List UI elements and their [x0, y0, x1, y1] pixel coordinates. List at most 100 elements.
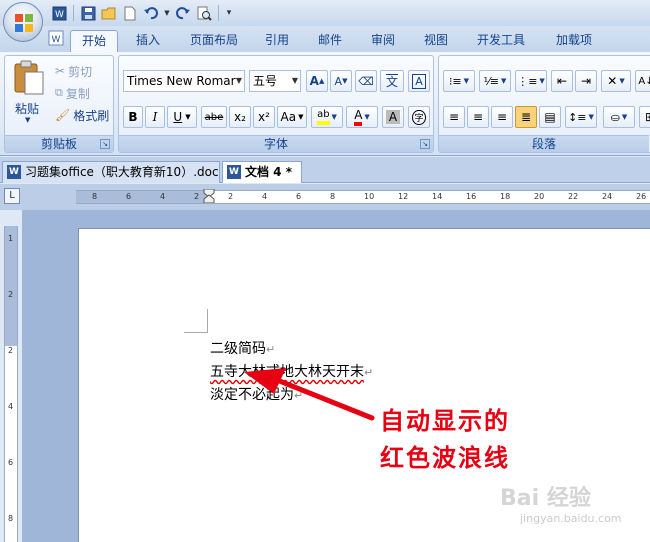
shading-button[interactable]: ⛀ ▼	[603, 106, 635, 128]
customize-icon[interactable]: ▾	[224, 4, 234, 22]
justify-icon: ≣	[520, 110, 532, 124]
tab-review[interactable]: 审阅	[361, 30, 405, 52]
grow-font-button[interactable]: A ▲	[306, 70, 328, 92]
font-name-combo[interactable]: Times New Romar ▼	[123, 70, 245, 92]
text-line-2[interactable]: 五寺大林式地大林天开末↵	[210, 361, 373, 381]
align-right-button[interactable]: ≡	[491, 106, 513, 128]
word-doc-icon: W	[7, 165, 21, 179]
decrease-indent-button[interactable]: ⇤	[551, 70, 573, 92]
font-dialog-launcher[interactable]: ↘	[420, 139, 430, 149]
phonetic-guide-button[interactable]: 文	[380, 70, 404, 92]
copy-button[interactable]: ⧉ 复制	[55, 82, 111, 104]
text-line-1[interactable]: 二级简码↵	[210, 338, 275, 358]
multilevel-list-button[interactable]: ⋮≡ ▼	[515, 70, 547, 92]
save-icon[interactable]	[79, 4, 97, 22]
tab-add-ins[interactable]: 加载项	[545, 30, 603, 52]
vertical-ruler[interactable]: 1 2 2 4 6 8	[4, 226, 18, 542]
margin-corner-mark	[184, 309, 208, 333]
chevron-down-icon: ▼	[235, 76, 242, 85]
distributed-icon: ▤	[544, 110, 556, 124]
office-button[interactable]	[3, 2, 43, 42]
paragraph-mark: ↵	[266, 343, 276, 356]
indent-marker[interactable]	[203, 189, 215, 203]
font-size-combo[interactable]: 五号 ▼	[249, 70, 301, 92]
ruler-tick-label: 6	[126, 192, 132, 201]
doc-tab-exercise[interactable]: W 习题集office（职大教育新10）.doc	[2, 161, 220, 183]
tab-selector[interactable]: L	[4, 188, 20, 204]
bold-button[interactable]: B	[123, 106, 143, 128]
change-case-button[interactable]: Aa ▼	[277, 106, 307, 128]
justify-button[interactable]: ≣	[515, 106, 537, 128]
align-center-button[interactable]: ≡	[467, 106, 489, 128]
strikethrough-button[interactable]: abe	[201, 106, 227, 128]
ruler-tick-label: 8	[92, 192, 98, 201]
text-line-3[interactable]: 淡定不必起为↵	[210, 384, 303, 404]
font-color-button[interactable]: A ▼	[346, 106, 378, 128]
horizontal-ruler[interactable]: 8 6 4 2 2 4 6 8 10 12 14 16 18 20 22 24 26	[76, 189, 650, 204]
tab-references[interactable]: 引用	[255, 30, 299, 52]
character-border-button[interactable]: A	[408, 70, 430, 92]
doc-tab-label: 习题集office（职大教育新10）.doc	[25, 165, 219, 179]
annotation-line-2: 红色波浪线	[380, 444, 510, 472]
svg-text:W: W	[52, 35, 61, 45]
tab-developer[interactable]: 开发工具	[469, 30, 533, 52]
shrink-font-button[interactable]: A ▼	[330, 70, 352, 92]
tab-page-layout[interactable]: 页面布局	[180, 30, 248, 52]
subscript-button[interactable]: x₂	[229, 106, 251, 128]
increase-indent-button[interactable]: ⇥	[575, 70, 597, 92]
print-preview-icon[interactable]	[195, 4, 213, 22]
clipboard-dialog-launcher[interactable]: ↘	[100, 139, 110, 149]
borders-button[interactable]: ⊞	[639, 106, 650, 128]
chinese-layout-button[interactable]: ✕ ▼	[601, 70, 631, 92]
chevron-down-icon[interactable]: ▼	[163, 4, 171, 22]
italic-button[interactable]: I	[145, 106, 165, 128]
paste-label: 粘贴	[15, 102, 40, 116]
doc-tab-document4[interactable]: W 文档 4 *	[222, 161, 302, 183]
font-size-value: 五号	[253, 74, 278, 88]
clipboard-group: 粘贴 ▼ ✂ 剪切 ⧉ 复制 🖌 格式刷 剪贴板 ↘	[4, 55, 114, 153]
copy-label: 复制	[65, 86, 90, 101]
baidu-watermark-url: jingyan.baidu.com	[520, 512, 622, 525]
ruler-tick-label: 10	[364, 192, 375, 201]
ruler-tick-label: 1	[8, 234, 14, 243]
highlight-button[interactable]: ab ▼	[311, 106, 343, 128]
tab-home[interactable]: 开始	[70, 30, 118, 52]
line-spacing-icon: ↕≡	[568, 110, 587, 124]
undo-icon[interactable]	[142, 4, 160, 22]
character-shading-button[interactable]: A	[382, 106, 404, 128]
enclose-characters-button[interactable]: 字	[408, 106, 430, 128]
format-painter-button[interactable]: 🖌 格式刷	[55, 104, 113, 126]
cut-button[interactable]: ✂ 剪切	[55, 60, 111, 82]
tab-mailings[interactable]: 邮件	[308, 30, 352, 52]
line-spacing-button[interactable]: ↕≡ ▼	[565, 106, 597, 128]
change-case-label: Aa	[280, 110, 297, 124]
ruler-tick-label: 24	[602, 192, 613, 201]
font-group: Times New Romar ▼ 五号 ▼ A ▲ A ▼ ⌫ 文 A B I U…	[118, 55, 434, 153]
new-icon[interactable]	[121, 4, 139, 22]
numbering-button[interactable]: ⅟≡ ▼	[479, 70, 511, 92]
align-center-icon: ≡	[472, 110, 484, 124]
clear-format-button[interactable]: ⌫	[355, 70, 377, 92]
increase-indent-icon: ⇥	[580, 74, 592, 88]
tab-word-icon[interactable]: W	[46, 28, 66, 50]
ruler-tick-label: 2	[194, 192, 200, 201]
underline-button[interactable]: U ▼	[167, 106, 197, 128]
ruler-tick-label: 22	[568, 192, 579, 201]
word-icon[interactable]: W	[50, 4, 68, 22]
paste-button[interactable]: 粘贴 ▼	[9, 58, 49, 132]
align-left-icon: ≡	[448, 110, 460, 124]
tab-view[interactable]: 视图	[414, 30, 458, 52]
distributed-button[interactable]: ▤	[539, 106, 561, 128]
ruler-tick-label: 20	[534, 192, 545, 201]
paragraph-mark: ↵	[294, 389, 304, 402]
redo-icon[interactable]	[174, 4, 192, 22]
paragraph-group: ⁝≡ ▼ ⅟≡ ▼ ⋮≡ ▼ ⇤ ⇥ ✕ ▼ A↓ ≡ ≡ ≡ ≣ ▤ ↕≡ ▼…	[438, 55, 650, 153]
open-icon[interactable]	[100, 4, 118, 22]
sort-button[interactable]: A↓	[635, 70, 650, 92]
bullets-button[interactable]: ⁝≡ ▼	[443, 70, 475, 92]
brush-icon: 🖌	[55, 108, 71, 122]
superscript-button[interactable]: x²	[253, 106, 275, 128]
align-left-button[interactable]: ≡	[443, 106, 465, 128]
copy-icon: ⧉	[55, 86, 63, 99]
tab-insert[interactable]: 插入	[124, 30, 172, 52]
